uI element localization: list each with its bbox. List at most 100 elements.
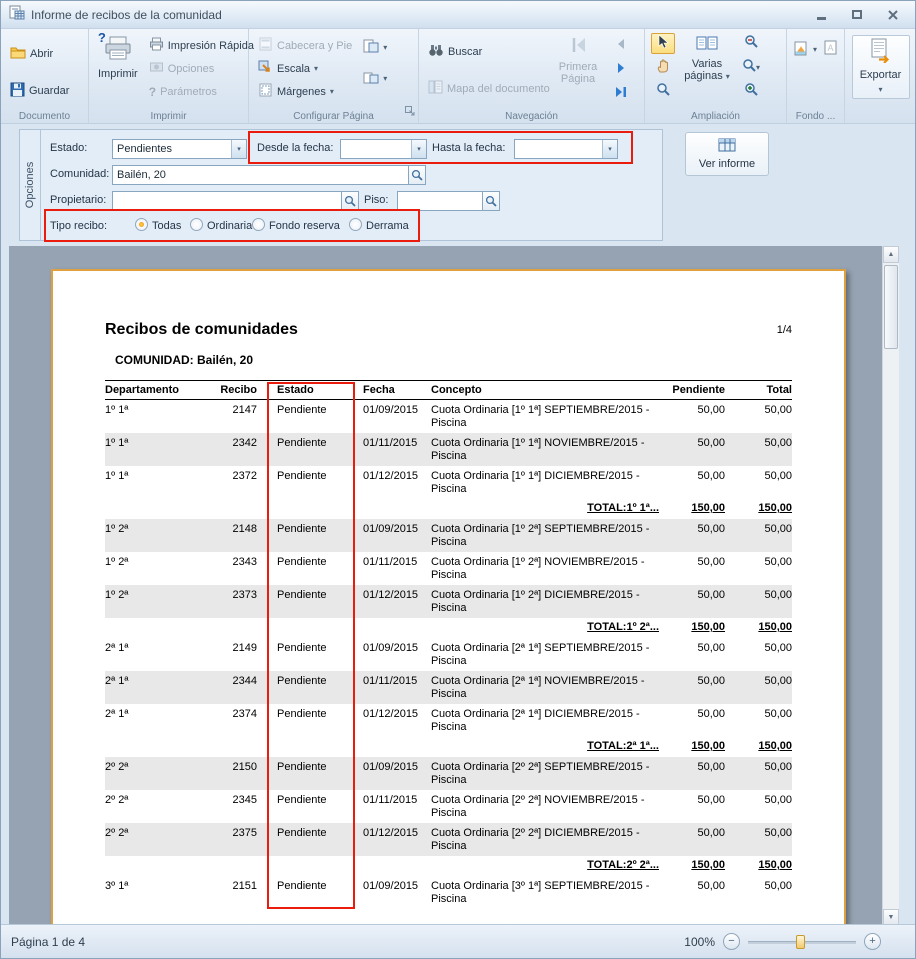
exportar-button[interactable]: Exportar ▾ (852, 35, 910, 99)
chevron-down-icon[interactable]: ▾ (411, 140, 426, 158)
ver-informe-button[interactable]: Ver informe (685, 132, 769, 176)
report-cell: 50,00 (725, 638, 792, 671)
radio-todas-label[interactable]: Todas (152, 220, 181, 232)
abrir-button[interactable]: Abrir (7, 43, 72, 64)
desde-fecha-label: Desde la fecha: (257, 142, 333, 154)
piso-input[interactable] (397, 191, 483, 211)
scrollbar-thumb[interactable] (884, 265, 898, 349)
report-cell: 1º 1ª (105, 400, 215, 434)
zoom-slider-thumb[interactable] (796, 935, 805, 949)
buscar-button[interactable]: Buscar (425, 41, 547, 62)
zoom-button[interactable]: ▾ (739, 57, 763, 78)
report-cell: 50,00 (659, 585, 725, 618)
guardar-button[interactable]: Guardar (7, 80, 72, 101)
report-cell: 50,00 (725, 704, 792, 737)
color-fondo-button[interactable]: ▾ (793, 39, 817, 60)
magnifier-tool-button[interactable] (651, 81, 675, 102)
report-cell: Cuota Ordinaria [1º 2ª] SEPTIEMBRE/2015 … (423, 519, 659, 552)
zoom-percent-label: 100% (684, 935, 715, 949)
zoom-slider[interactable] (748, 934, 856, 950)
report-cell: 2ª 1ª (105, 704, 215, 737)
maximize-button[interactable] (849, 7, 865, 23)
impresion-rapida-button[interactable]: Impresión Rápida (146, 35, 257, 56)
zoom-out-button[interactable] (739, 33, 763, 54)
group-label-documento: Documento (1, 111, 88, 122)
imprimir-button[interactable]: ? Imprimir (95, 33, 141, 107)
report-cell: 2151 (215, 876, 263, 909)
estado-combo[interactable]: Pendientes ▾ (112, 139, 247, 159)
piso-search-button[interactable] (483, 191, 500, 211)
report-cell: 50,00 (659, 638, 725, 671)
preview-area: Recibos de comunidades 1/4 COMUNIDAD: Ba… (9, 246, 899, 926)
opciones-impresion-button: Opciones (146, 58, 257, 79)
dialog-launcher-icon[interactable] (405, 103, 415, 121)
escala-button[interactable]: Escala ▾ (255, 58, 355, 79)
report-cell: 150,00 (659, 618, 725, 638)
report-cell: 2372 (215, 466, 263, 499)
report-cell: 50,00 (725, 671, 792, 704)
propietario-input[interactable] (112, 191, 342, 211)
open-folder-icon (10, 45, 26, 62)
hand-tool-button[interactable] (651, 57, 675, 78)
chevron-down-icon[interactable]: ▾ (231, 140, 246, 158)
chevron-down-icon: ▾ (383, 43, 387, 52)
report-cell: 150,00 (725, 618, 792, 638)
report-data-row: 2ª 1ª2149Pendiente01/09/2015Cuota Ordina… (105, 638, 792, 671)
report-cell (215, 856, 263, 876)
report-cell: Pendiente (263, 876, 351, 909)
radio-fondo-reserva-label[interactable]: Fondo reserva (269, 220, 340, 232)
vertical-scrollbar[interactable]: ▲ ▼ (882, 246, 899, 926)
parameters-icon: ? (149, 85, 156, 99)
radio-ordinaria[interactable] (190, 218, 203, 231)
report-cell: 2373 (215, 585, 263, 618)
minimize-button[interactable] (813, 7, 829, 23)
ultima-pagina-button[interactable] (609, 83, 633, 104)
tamano-papel-button[interactable]: ▾ (360, 37, 390, 58)
report-cell: 50,00 (659, 876, 725, 909)
orientacion-button[interactable]: ▾ (360, 68, 390, 89)
radio-derrama-label[interactable]: Derrama (366, 220, 409, 232)
scroll-up-button[interactable]: ▲ (883, 246, 899, 263)
report-cell: 01/12/2015 (351, 466, 423, 499)
desde-fecha-combo[interactable]: ▾ (340, 139, 427, 159)
cabecera-pie-button: Cabecera y Pie (255, 35, 355, 56)
zoom-out-button-statusbar[interactable]: − (723, 933, 740, 950)
previous-page-icon (615, 37, 627, 55)
paper-size-icon (363, 39, 379, 56)
report-cell: 2º 2ª (105, 790, 215, 823)
varias-paginas-button[interactable]: Varias páginas ▾ (680, 33, 734, 107)
ribbon-group-fondo: ▾ A Fondo ... (787, 29, 845, 123)
comunidad-search-button[interactable] (409, 165, 426, 185)
hasta-fecha-combo[interactable]: ▾ (514, 139, 618, 159)
options-tab[interactable]: Opciones (20, 130, 41, 240)
comunidad-input[interactable] (112, 165, 409, 185)
report-view-icon (718, 138, 736, 155)
margenes-button[interactable]: Márgenes ▾ (255, 81, 355, 102)
chevron-down-icon[interactable]: ▾ (602, 140, 617, 158)
propietario-search-button[interactable] (342, 191, 359, 211)
report-cell: 01/12/2015 (351, 585, 423, 618)
report-cell: 150,00 (725, 856, 792, 876)
ribbon-group-exportar: Exportar ▾ (845, 29, 915, 123)
zoom-in-button-statusbar[interactable]: + (864, 933, 881, 950)
report-cell: 50,00 (659, 466, 725, 499)
report-cell: Cuota Ordinaria [1º 2ª] NOVIEMBRE/2015 -… (423, 552, 659, 585)
ribbon-group-ampliacion: Varias páginas ▾ ▾ Ampliación (645, 29, 787, 123)
zoom-in-button[interactable] (739, 81, 763, 102)
window-controls (813, 7, 907, 23)
report-cell: 1º 2ª (105, 585, 215, 618)
radio-todas[interactable] (135, 218, 148, 231)
report-cell: Pendiente (263, 466, 351, 499)
pagina-siguiente-button[interactable] (609, 59, 633, 80)
scale-icon (258, 60, 273, 77)
close-button[interactable] (885, 7, 901, 23)
radio-derrama[interactable] (349, 218, 362, 231)
radio-fondo-reserva[interactable] (252, 218, 265, 231)
report-cell: 50,00 (725, 823, 792, 856)
report-cell: 2º 2ª (105, 823, 215, 856)
report-cell: 01/11/2015 (351, 433, 423, 466)
pointer-tool-button[interactable] (651, 33, 675, 54)
radio-ordinaria-label[interactable]: Ordinaria (207, 220, 252, 232)
marca-agua-button[interactable]: A (821, 39, 839, 60)
header-footer-icon (258, 37, 273, 54)
